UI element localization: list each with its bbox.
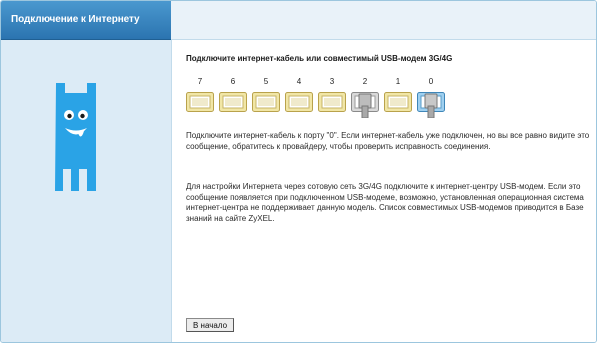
port-number: 6 [230, 77, 236, 86]
port-4: 4 [285, 77, 313, 119]
wan-port-connected-icon [417, 92, 445, 118]
port-number: 4 [296, 77, 302, 86]
sidebar: Подключение к Интернету [1, 1, 171, 342]
ethernet-port-icon [285, 92, 313, 112]
port-number: 3 [329, 77, 335, 86]
port-number: 2 [362, 77, 368, 86]
port-number: 1 [395, 77, 401, 86]
port-5: 5 [252, 77, 280, 119]
sidebar-tab-label: Подключение к Интернету [11, 14, 140, 25]
home-button[interactable]: В начало [186, 318, 235, 332]
instruction-text-usb-modem: Для настройки Интернета через сотовую се… [186, 182, 584, 223]
port-0: 0 [417, 77, 445, 119]
mascot-icon [55, 83, 96, 191]
port-number: 5 [263, 77, 269, 86]
port-2: 2 [351, 77, 379, 119]
ethernet-port-icon [318, 92, 346, 112]
ethernet-port-icon [186, 92, 214, 112]
port-number: 0 [428, 77, 434, 86]
sidebar-tab-internet-connection[interactable]: Подключение к Интернету [1, 1, 171, 40]
port-6: 6 [219, 77, 247, 119]
port-panel: 7 6 5 4 3 2 1 0 [186, 77, 451, 119]
port-1: 1 [384, 77, 412, 119]
ethernet-port-connected-icon [351, 92, 379, 118]
main-content: Подключите интернет-кабель или совместим… [171, 40, 596, 342]
ethernet-port-icon [384, 92, 412, 112]
ethernet-port-icon [219, 92, 247, 112]
port-7: 7 [186, 77, 214, 119]
instruction-text-cable: Подключите интернет-кабель к порту "0". … [186, 131, 590, 151]
app-window: Подключение к Интернету Подключите интер… [0, 0, 597, 343]
header-band [171, 1, 596, 40]
ethernet-port-icon [252, 92, 280, 112]
port-number: 7 [197, 77, 203, 86]
page-title: Подключите интернет-кабель или совместим… [186, 54, 453, 63]
port-3: 3 [318, 77, 346, 119]
